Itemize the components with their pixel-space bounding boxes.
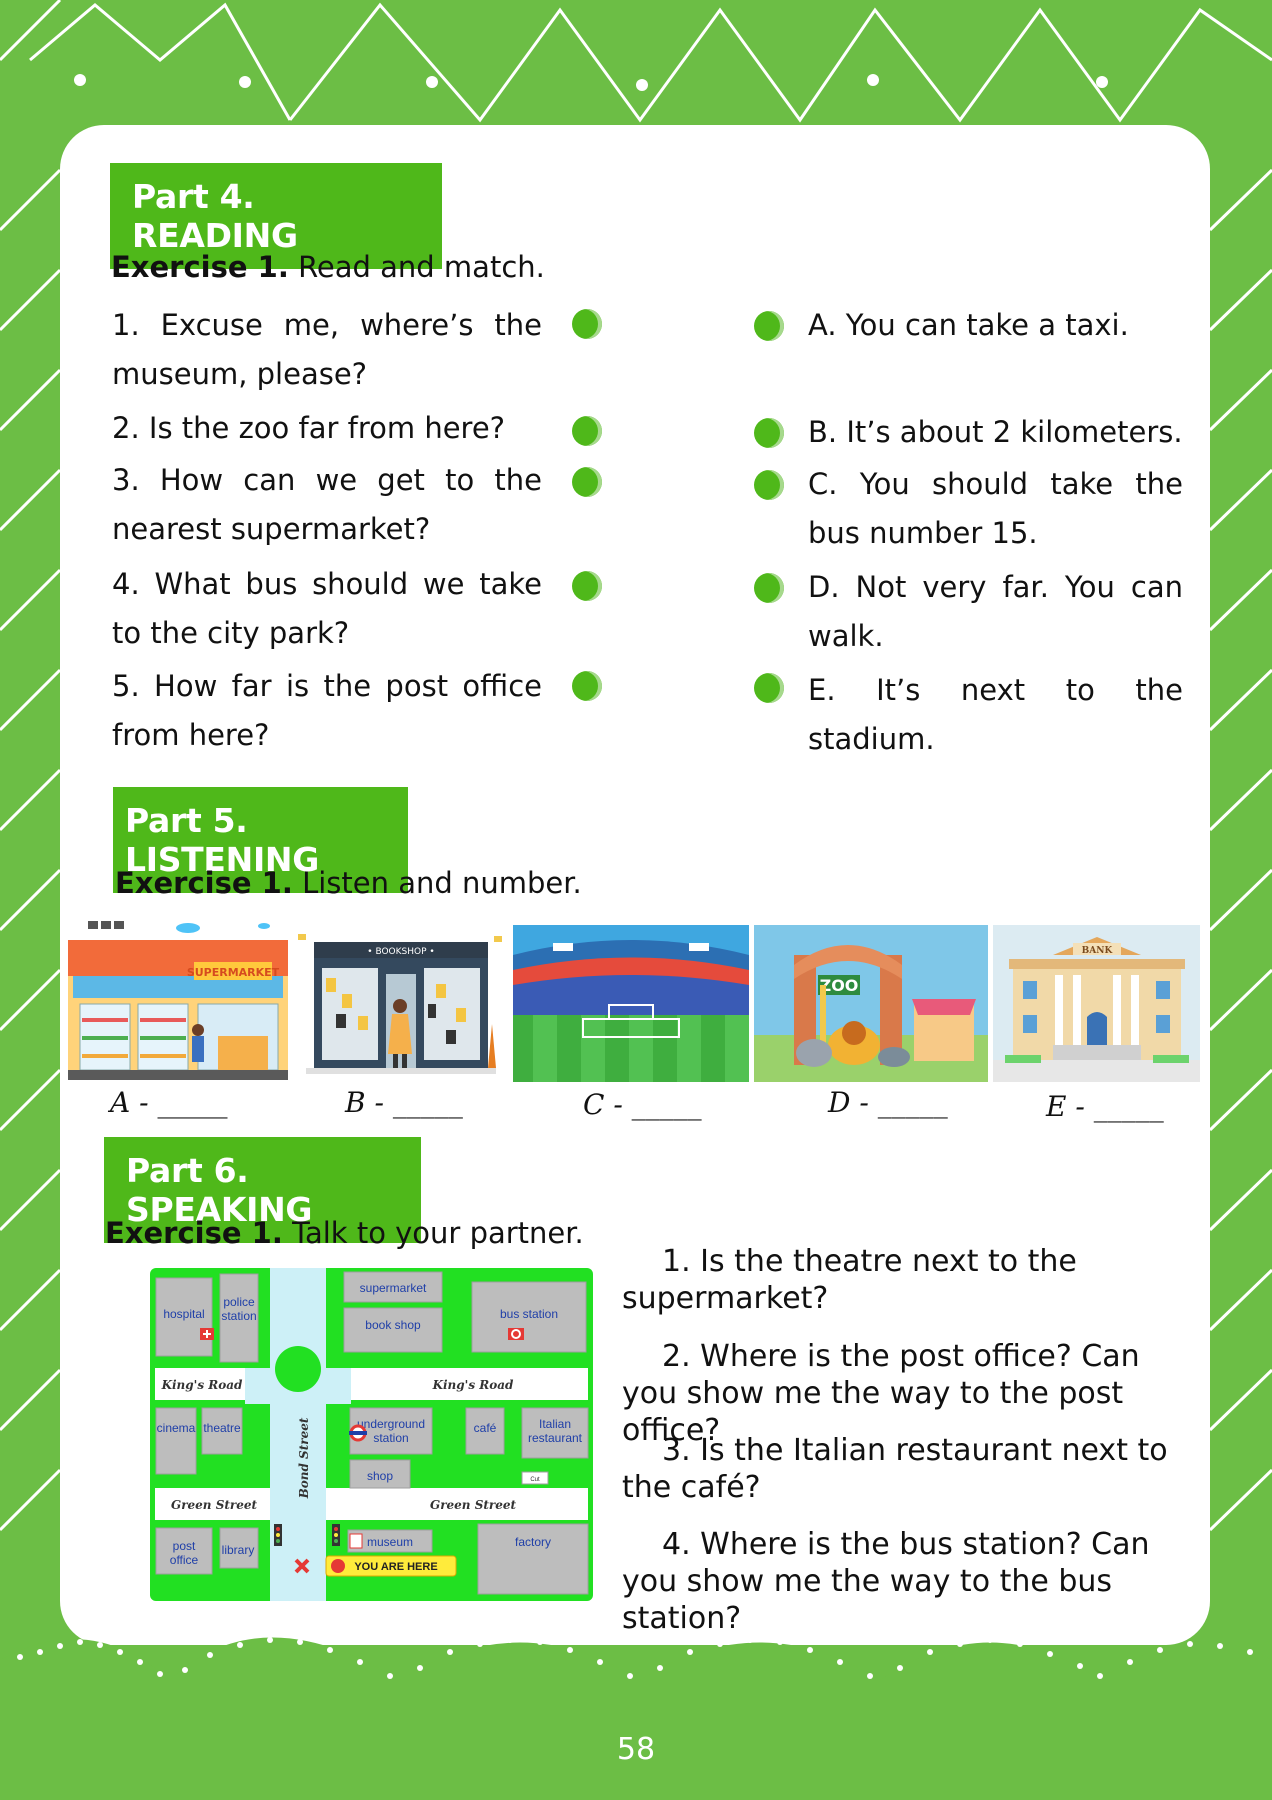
reading-question-5: 5. How far is the post office from here? [112, 669, 542, 752]
listening-label-b[interactable]: B - _____ [345, 1086, 463, 1119]
svg-text:Cut: Cut [530, 1477, 540, 1483]
listening-label-d[interactable]: D - _____ [828, 1086, 948, 1119]
svg-text:factory: factory [515, 1535, 551, 1549]
listening-label-c[interactable]: C - _____ [583, 1088, 702, 1121]
svg-text:library: library [222, 1543, 255, 1557]
reading-answer-a: A. You can take a taxi. [808, 308, 1129, 342]
svg-text:station: station [373, 1431, 408, 1445]
svg-text:office: office [170, 1553, 199, 1567]
reading-question-3: 3. How can we get to the nearest superma… [112, 463, 542, 546]
page-number: 58 [616, 1732, 656, 1767]
supermarket-illustration: SUPERMARKET [68, 918, 288, 1080]
reading-question-4: 4. What bus should we take to the city p… [112, 567, 542, 650]
svg-text:cinema: cinema [157, 1421, 196, 1435]
svg-text:theatre: theatre [203, 1421, 241, 1435]
speaking-question-3: 3. Is the Italian restaurant next to the… [622, 1433, 1168, 1505]
match-dot-answer-e[interactable] [754, 673, 784, 703]
svg-text:• BOOKSHOP •: • BOOKSHOP • [367, 947, 434, 957]
svg-text:Green Street: Green Street [430, 1498, 517, 1512]
listening-label-a[interactable]: A - _____ [110, 1086, 227, 1119]
svg-text:supermarket: supermarket [360, 1281, 427, 1295]
svg-text:BANK: BANK [1082, 946, 1114, 956]
svg-text:café: café [474, 1421, 497, 1435]
svg-text:museum: museum [367, 1535, 413, 1549]
reading-question-1: 1. Excuse me, where’s the museum, please… [112, 308, 542, 391]
svg-text:bus station: bus station [500, 1307, 558, 1321]
svg-text:SUPERMARKET: SUPERMARKET [187, 966, 280, 979]
svg-text:King's Road: King's Road [161, 1378, 243, 1392]
svg-text:King's Road: King's Road [432, 1378, 514, 1392]
match-dot-answer-c[interactable] [754, 470, 784, 500]
reading-answer-c: C. You should take the bus number 15. [808, 467, 1183, 550]
listening-exercise-title: Exercise 1. Listen and number. [115, 866, 582, 900]
speaking-question-1: 1. Is the theatre next to the supermarke… [622, 1244, 1077, 1316]
bank-illustration: BANK [993, 925, 1200, 1082]
reading-exercise-title: Exercise 1. Read and match. [111, 250, 545, 284]
match-dot-answer-b[interactable] [754, 418, 784, 448]
svg-text:Green Street: Green Street [171, 1498, 258, 1512]
stadium-illustration [513, 925, 749, 1082]
reading-answer-d: D. Not very far. You can walk. [808, 570, 1183, 653]
svg-text:underground: underground [357, 1417, 425, 1431]
match-dot-question-4[interactable] [572, 571, 602, 601]
svg-text:YOU ARE HERE: YOU ARE HERE [354, 1561, 437, 1573]
svg-text:Bond Street: Bond Street [297, 1417, 311, 1499]
match-dot-question-2[interactable] [572, 416, 602, 446]
svg-text:post: post [173, 1539, 196, 1553]
zoo-illustration: ZOO [754, 925, 988, 1082]
match-dot-question-3[interactable] [572, 467, 602, 497]
svg-text:Italian: Italian [539, 1417, 571, 1431]
town-map: Cut hospital supermarket book shop bus s… [150, 1268, 593, 1601]
listening-label-e[interactable]: E - _____ [1046, 1090, 1164, 1123]
svg-text:restaurant: restaurant [528, 1431, 583, 1445]
svg-text:police: police [223, 1295, 255, 1309]
match-dot-question-1[interactable] [572, 309, 602, 339]
speaking-question-4: 4. Where is the bus station? Can you sho… [622, 1527, 1150, 1636]
svg-text:book shop: book shop [365, 1318, 421, 1332]
reading-question-2: 2. Is the zoo far from here? [112, 411, 506, 445]
bookshop-illustration: • BOOKSHOP • [296, 934, 506, 1084]
match-dot-question-5[interactable] [572, 671, 602, 701]
speaking-exercise-title: Exercise 1. Talk to your partner. [105, 1216, 584, 1250]
reading-answer-b: B. It’s about 2 kilometers. [808, 415, 1183, 449]
reading-answer-e: E. It’s next to the stadium. [808, 673, 1183, 756]
match-dot-answer-d[interactable] [754, 573, 784, 603]
svg-text:hospital: hospital [163, 1307, 204, 1321]
match-dot-answer-a[interactable] [754, 311, 784, 341]
svg-text:shop: shop [367, 1469, 393, 1483]
svg-text:station: station [221, 1309, 256, 1323]
